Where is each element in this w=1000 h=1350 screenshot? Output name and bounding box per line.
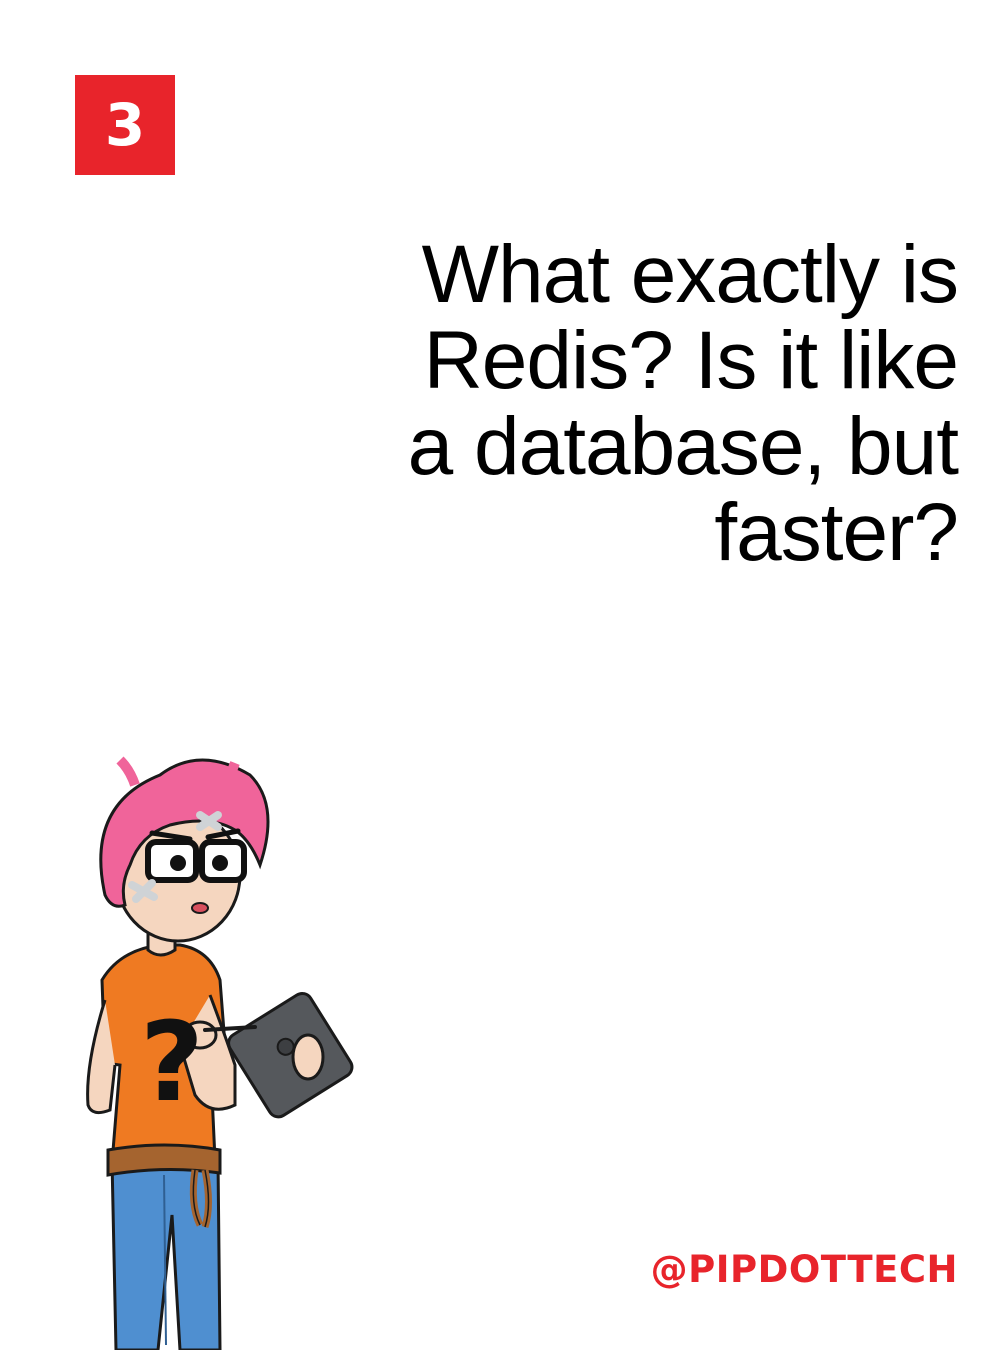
- question-heading: What exactly is Redis? Is it like a data…: [338, 229, 959, 578]
- question-line-4: faster?: [714, 487, 959, 578]
- tablet: [227, 991, 354, 1119]
- question-line-2: Redis? Is it like: [423, 315, 959, 406]
- holding-hand: [291, 1033, 325, 1081]
- mouth: [191, 902, 209, 914]
- social-handle: @PIPDOTTECH: [650, 1248, 958, 1291]
- question-line-1: What exactly is: [421, 229, 959, 320]
- shirt-question-mark: ?: [140, 998, 204, 1126]
- forehead-bandage: [196, 811, 222, 831]
- slide-number-badge: 3: [75, 75, 175, 175]
- slide-number: 3: [104, 91, 146, 159]
- confused-developer-illustration: ?: [86, 756, 354, 1350]
- question-line-3: a database, but: [407, 401, 959, 492]
